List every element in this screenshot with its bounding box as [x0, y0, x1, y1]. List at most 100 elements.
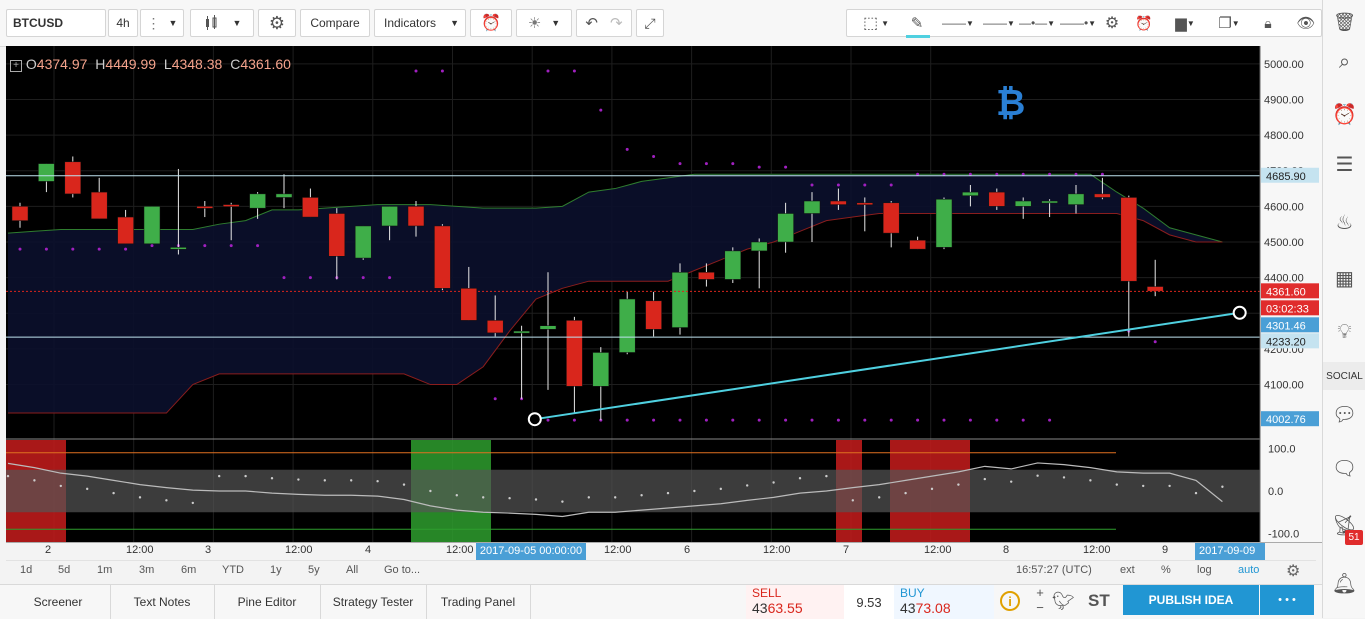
interval-dropdown[interactable]: ⋮ ▼ — [140, 9, 184, 37]
interval-button[interactable]: 4h — [108, 9, 138, 37]
drawing-settings-button[interactable]: ⚙ — [1098, 9, 1126, 37]
line-style-button[interactable]: —— ▼ — [938, 9, 978, 37]
tab-pine-editor[interactable]: Pine Editor — [214, 585, 321, 619]
oscillator-dot — [1221, 485, 1224, 488]
publish-more-button[interactable]: • • • — [1260, 585, 1314, 615]
auto-toggle[interactable]: auto — [1238, 564, 1259, 576]
period-button-5d[interactable]: 5d — [58, 564, 70, 576]
low-value: 4348.38 — [171, 56, 223, 72]
clone-button[interactable]: ❐ ▼ — [1210, 9, 1248, 37]
chart-style-button[interactable]: ▼ — [190, 9, 254, 37]
period-button-ytd[interactable]: YTD — [222, 564, 244, 576]
sidebar-ideas-button[interactable]: 💡︎ — [1323, 312, 1365, 352]
time-tick-label: 4 — [365, 544, 372, 556]
psar-dot — [203, 244, 207, 248]
alarm-clock-plus-icon: ⏰ — [1135, 14, 1153, 31]
line-end-button[interactable]: ——• ▼ — [1058, 9, 1098, 37]
psar-dot — [836, 183, 840, 187]
chevron-down-icon: ▼ — [1007, 18, 1015, 28]
psar-dot — [784, 165, 788, 169]
tab-strategy-tester[interactable]: Strategy Tester — [320, 585, 427, 619]
line-width-button[interactable]: —— ▼ — [980, 9, 1018, 37]
lock-button[interactable]: 🔒︎ — [1254, 9, 1282, 37]
sidebar-alerts-button[interactable]: ⏰ — [1323, 94, 1365, 134]
sidebar-notifications-button[interactable]: 🔔︎ — [1323, 563, 1365, 603]
settings-button[interactable]: ⚙ — [258, 9, 296, 37]
time-tick-label: 12:00 — [126, 544, 154, 556]
indicators-button[interactable]: Indicators ▼ — [374, 9, 466, 37]
oscillator-dot — [561, 500, 564, 503]
undo-icon[interactable]: ↶ — [585, 14, 598, 32]
period-button-6m[interactable]: 6m — [181, 564, 196, 576]
high-value: 4449.99 — [105, 56, 157, 72]
gear-icon[interactable]: ⚙ — [1286, 561, 1300, 581]
symbol-search-input[interactable]: BTCUSD — [6, 9, 106, 37]
psar-dot — [731, 162, 735, 166]
candle-body — [935, 198, 953, 248]
search-icon: ⌕ — [1338, 50, 1351, 73]
time-tick-label: 7 — [843, 544, 850, 556]
utc-clock[interactable]: 16:57:27 (UTC) — [1016, 564, 1092, 576]
quantity-stepper[interactable]: + − — [1032, 585, 1048, 619]
sidebar-search-button[interactable]: ⌕ — [1323, 42, 1365, 82]
buy-button[interactable]: BUY 4373.08 — [894, 585, 994, 619]
hide-button[interactable]: 👁︎ — [1292, 9, 1320, 37]
fullscreen-button[interactable]: ⤢ — [636, 9, 664, 37]
publish-idea-button[interactable]: PUBLISH IDEA — [1123, 585, 1259, 615]
trend-line-handle — [1232, 305, 1247, 320]
visual-order-button[interactable]: ▆ ▼ — [1166, 9, 1204, 37]
goto-button[interactable]: Go to... — [384, 564, 420, 576]
time-axis[interactable]: 2 12:00 3 12:00 4 12:00 12:00 6 12:00 7 12:00 8 12:0… — [6, 542, 1322, 560]
oscillator-dot — [508, 497, 511, 500]
candle-body — [302, 197, 319, 218]
sidebar-private-chat-button[interactable]: 🗨︎ — [1323, 448, 1365, 488]
tab-screener[interactable]: Screener — [6, 585, 111, 619]
psar-dot — [572, 69, 576, 73]
streams-badge: 51 — [1345, 530, 1363, 545]
idea-button[interactable]: ☀ ▼ — [516, 9, 572, 37]
tab-text-notes[interactable]: Text Notes — [110, 585, 215, 619]
psar-dot — [810, 183, 814, 187]
psar-dot — [256, 244, 260, 248]
info-icon[interactable]: i — [1000, 591, 1020, 611]
oscillator-dot — [429, 489, 432, 493]
tab-trading-panel[interactable]: Trading Panel — [426, 585, 531, 619]
alert-button[interactable]: ⏰ — [470, 9, 512, 37]
sidebar-trash-button[interactable]: 🗑︎ — [1323, 2, 1365, 42]
percent-toggle[interactable]: % — [1161, 564, 1171, 576]
period-button-all[interactable]: All — [346, 564, 358, 576]
chart-area[interactable]: 5000.004900.004800.004700.004600.004500.… — [6, 46, 1322, 542]
time-highlight-start: 2017-09-05 00:00:00 — [476, 543, 586, 560]
stocktwits-icon[interactable]: ST — [1088, 591, 1110, 611]
drawing-alert-button[interactable]: ⏰ — [1130, 9, 1158, 37]
period-button-1d[interactable]: 1d — [20, 564, 32, 576]
period-button-5y[interactable]: 5y — [308, 564, 320, 576]
calendar-icon: ▦ — [1335, 267, 1354, 290]
period-button-1m[interactable]: 1m — [97, 564, 112, 576]
period-button-1y[interactable]: 1y — [270, 564, 282, 576]
chevron-down-icon: ▼ — [1231, 18, 1240, 28]
sidebar-watchlist-button[interactable]: ☰ — [1323, 144, 1365, 184]
sidebar-calendar-button[interactable]: ▦ — [1323, 258, 1365, 298]
log-toggle[interactable]: log — [1197, 564, 1212, 576]
chart-canvas[interactable]: 5000.004900.004800.004700.004600.004500.… — [6, 46, 1322, 542]
period-button-3m[interactable]: 3m — [139, 564, 154, 576]
legend-collapse-icon[interactable]: + — [10, 60, 22, 72]
compare-button[interactable]: Compare — [300, 9, 370, 37]
sidebar-chat-button[interactable]: 💬︎ — [1323, 394, 1365, 434]
redo-icon[interactable]: ↷ — [610, 14, 623, 32]
psar-dot — [361, 276, 365, 280]
pen-tool-button[interactable]: ✎ — [900, 9, 934, 37]
psar-dot — [916, 418, 920, 422]
line-start-button[interactable]: —•— ▼ — [1018, 9, 1056, 37]
selection-tool-button[interactable]: ⬚ ▼ — [856, 9, 896, 37]
ext-toggle[interactable]: ext — [1120, 564, 1135, 576]
open-value: 4374.97 — [36, 56, 88, 72]
twitter-icon[interactable]: 🐦︎ — [1052, 591, 1075, 612]
sidebar-hotlist-button[interactable]: ♨ — [1323, 202, 1365, 242]
oscillator-dot — [244, 474, 247, 478]
psar-dot — [784, 418, 788, 422]
psar-dot — [124, 247, 128, 251]
candle-body — [592, 352, 610, 387]
sell-button[interactable]: SELL 4363.55 — [746, 585, 844, 619]
